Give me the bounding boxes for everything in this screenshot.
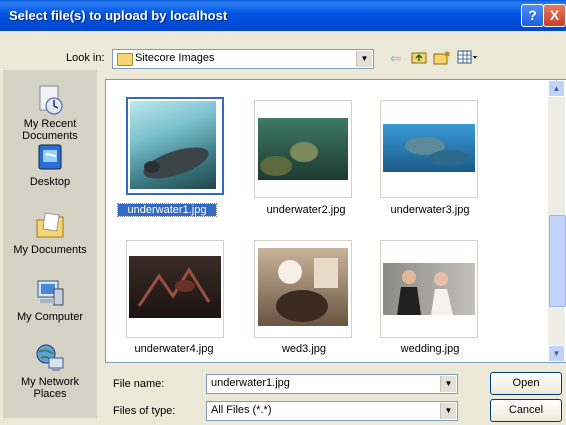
file-thumbnail-wedding[interactable] — [380, 240, 478, 338]
place-label: My Documents — [13, 244, 87, 256]
network-places-icon — [34, 342, 66, 374]
filetype-label: Files of type: — [113, 405, 176, 417]
file-thumbnail-wed3[interactable] — [254, 240, 352, 338]
back-arrow-icon[interactable]: ⇐ — [390, 50, 402, 67]
help-button[interactable]: ? — [521, 4, 544, 27]
file-upload-dialog: Select file(s) to upload by localhost ? … — [0, 0, 566, 425]
open-button[interactable]: Open — [490, 372, 562, 395]
file-thumbnail-underwater2[interactable] — [254, 100, 352, 198]
place-recent-documents[interactable]: My Recent Documents — [3, 84, 97, 142]
scroll-thumb[interactable] — [549, 215, 566, 307]
file-name-label[interactable]: wed3.jpg — [244, 343, 364, 355]
image-thumbnail — [383, 124, 475, 172]
lookin-label: Look in: — [66, 52, 105, 64]
views-menu-icon[interactable] — [457, 50, 479, 67]
lookin-dropdown[interactable]: Sitecore Images ▼ — [112, 49, 374, 69]
file-name-label[interactable]: underwater1.jpg — [117, 203, 217, 217]
place-my-computer[interactable]: My Computer — [3, 277, 97, 323]
file-thumbnail-underwater3[interactable] — [380, 100, 478, 198]
place-my-documents[interactable]: My Documents — [3, 210, 97, 256]
file-name-label[interactable]: underwater3.jpg — [370, 204, 490, 216]
file-thumbnail-underwater4[interactable] — [126, 240, 224, 338]
window-title: Select file(s) to upload by localhost — [9, 8, 228, 23]
scroll-down-button[interactable]: ▼ — [548, 345, 565, 362]
place-label: My Network Places — [20, 376, 80, 400]
title-bar: Select file(s) to upload by localhost ? … — [0, 0, 566, 31]
image-thumbnail — [130, 101, 216, 189]
filename-input[interactable]: underwater1.jpg ▼ — [206, 374, 458, 394]
file-list-view[interactable]: underwater1.jpg underwater2.jpg underwat… — [105, 79, 566, 363]
close-button[interactable]: X — [543, 4, 566, 27]
image-thumbnail — [258, 118, 348, 180]
file-name-label[interactable]: wedding.jpg — [370, 343, 490, 355]
filetype-value: All Files (*.*) — [211, 404, 272, 416]
up-folder-icon[interactable] — [411, 50, 427, 67]
file-thumbnail-underwater1[interactable] — [126, 97, 224, 195]
places-bar: My Recent Documents Desktop My Documents… — [3, 70, 97, 418]
filename-label: File name: — [113, 378, 165, 390]
vertical-scrollbar[interactable]: ▲ ▼ — [548, 80, 566, 362]
file-name-label[interactable]: underwater2.jpg — [246, 204, 366, 216]
chevron-down-icon[interactable]: ▼ — [440, 403, 456, 419]
image-thumbnail — [258, 248, 348, 326]
place-label: Desktop — [29, 176, 71, 188]
new-folder-icon[interactable] — [433, 50, 451, 68]
scroll-up-button[interactable]: ▲ — [548, 80, 565, 97]
place-desktop[interactable]: Desktop — [3, 142, 97, 188]
place-network-places[interactable]: My Network Places — [3, 342, 97, 400]
my-computer-icon — [34, 277, 66, 309]
lookin-value: Sitecore Images — [135, 52, 215, 64]
place-label: My Recent Documents — [22, 118, 78, 142]
image-thumbnail — [383, 263, 475, 315]
folder-icon — [117, 53, 133, 66]
place-label: My Computer — [16, 311, 84, 323]
chevron-down-icon[interactable]: ▼ — [440, 376, 456, 392]
chevron-down-icon[interactable]: ▼ — [356, 51, 372, 67]
filetype-select[interactable]: All Files (*.*) ▼ — [206, 401, 458, 421]
desktop-icon — [34, 142, 66, 174]
recent-documents-icon — [34, 84, 66, 116]
my-documents-icon — [34, 210, 66, 242]
cancel-button[interactable]: Cancel — [490, 399, 562, 422]
image-thumbnail — [129, 256, 221, 318]
file-name-label[interactable]: underwater4.jpg — [114, 343, 234, 355]
filename-value: underwater1.jpg — [211, 377, 290, 389]
